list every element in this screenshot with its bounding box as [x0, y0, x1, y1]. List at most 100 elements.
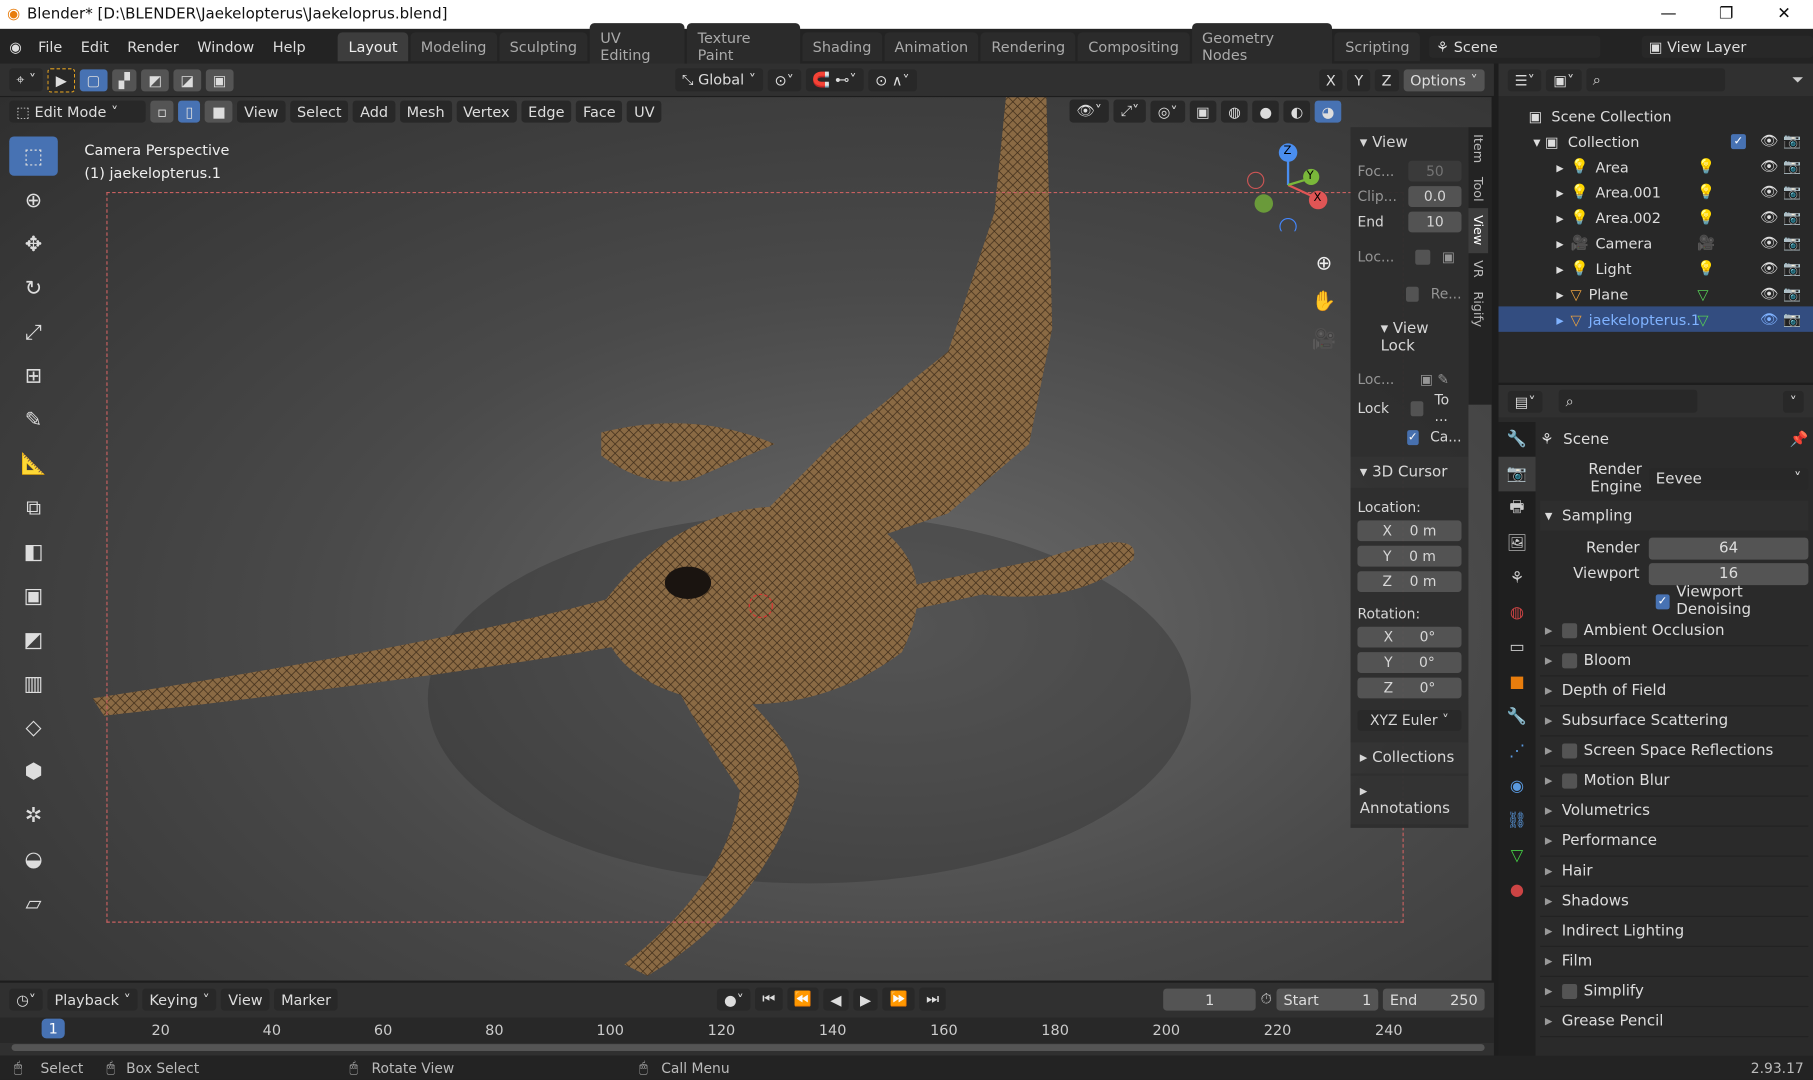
panel-enable-checkbox[interactable]: [1561, 773, 1577, 789]
local-camera-checkbox[interactable]: [1415, 249, 1431, 265]
display-mode-dropdown[interactable]: ▣˅: [1546, 68, 1582, 91]
move-tool-icon[interactable]: ✥: [9, 224, 58, 263]
render-panel-header[interactable]: ▸ Screen Space Reflections: [1540, 737, 1809, 767]
render-panel-header[interactable]: ▸ Grease Pencil: [1540, 1007, 1809, 1038]
marker-menu[interactable]: Marker: [274, 988, 338, 1010]
menu-add[interactable]: Add: [353, 100, 396, 122]
render-tab-icon[interactable]: 📷: [1498, 456, 1536, 492]
cursor-rot-x-field[interactable]: X 0°: [1357, 626, 1462, 648]
select-mode-extend-icon[interactable]: ▞: [111, 68, 137, 91]
render-samples-field[interactable]: 64: [1648, 537, 1809, 560]
rotation-mode-dropdown[interactable]: XYZ Euler ˅: [1357, 709, 1462, 731]
shading-rendered-icon[interactable]: ◕: [1314, 100, 1342, 122]
eye-icon[interactable]: 👁: [1760, 284, 1778, 303]
timeline-scrollbar[interactable]: [11, 1044, 1485, 1052]
pivot-point-icon[interactable]: ⊙˅: [767, 68, 801, 91]
object-tab-icon[interactable]: ■: [1499, 665, 1536, 700]
filter-icon[interactable]: ⏷: [1792, 71, 1804, 90]
shading-wireframe-icon[interactable]: ◍: [1221, 100, 1248, 122]
data-tab-icon[interactable]: ▽: [1499, 838, 1536, 873]
outliner-item[interactable]: ▸ 💡 Area 💡 👁 📷: [1499, 154, 1813, 179]
xray-icon[interactable]: ▣: [1189, 100, 1217, 122]
tab-shading[interactable]: Shading: [802, 31, 882, 61]
cursor-loc-y-field[interactable]: Y 0 m: [1357, 545, 1462, 567]
stopwatch-icon[interactable]: ⏱: [1261, 990, 1272, 1009]
select-box-tool-icon[interactable]: ⬚: [9, 136, 58, 176]
tab-tool[interactable]: Tool: [1468, 170, 1488, 209]
jump-start-icon[interactable]: ⏮: [755, 987, 783, 1011]
render-panel-header[interactable]: ▸ Depth of Field: [1540, 676, 1809, 707]
eye-icon[interactable]: 👁: [1760, 234, 1778, 253]
tab-uv-editing[interactable]: UV Editing: [589, 23, 685, 70]
outliner-item[interactable]: ▸ 🎥 Camera 🎥 👁 📷: [1499, 230, 1813, 255]
eye-icon[interactable]: 👁: [1760, 183, 1778, 202]
tab-rendering[interactable]: Rendering: [980, 31, 1076, 61]
navigation-gizmo[interactable]: Z X Y: [1244, 139, 1337, 236]
overlay-toggle-icon[interactable]: ◎˅: [1150, 100, 1185, 122]
poly-build-tool-icon[interactable]: ⬢: [9, 752, 58, 791]
visibility-icon[interactable]: 👁˅: [1069, 99, 1109, 123]
outliner-search-input[interactable]: ⌕: [1585, 68, 1725, 92]
collections-section-header[interactable]: ▸ Collections: [1350, 742, 1469, 774]
shading-material-icon[interactable]: ◐: [1283, 100, 1311, 122]
options-dropdown[interactable]: Options ˅: [1403, 68, 1485, 91]
spin-tool-icon[interactable]: ✲: [9, 796, 58, 835]
mirror-x-button[interactable]: X: [1318, 68, 1343, 91]
render-panel-header[interactable]: ▸ Hair: [1540, 857, 1809, 887]
render-panel-header[interactable]: ▸ Shadows: [1540, 887, 1809, 917]
outliner-item[interactable]: ▸ 💡 Area.001 💡 👁 📷: [1499, 179, 1813, 204]
menu-select[interactable]: Select: [290, 100, 349, 122]
collection-tab-icon[interactable]: ▭: [1499, 630, 1536, 665]
menu-view[interactable]: View: [237, 100, 286, 122]
cursor-rot-y-field[interactable]: Y 0°: [1357, 652, 1462, 673]
select-mode-new-icon[interactable]: ▢: [79, 68, 108, 91]
pin-icon[interactable]: 📌: [1790, 431, 1809, 448]
bevel-tool-icon[interactable]: ◩: [9, 620, 58, 659]
tab-sculpting[interactable]: Sculpting: [499, 31, 588, 61]
annotate-tool-icon[interactable]: ✎: [9, 400, 58, 439]
cursor-loc-z-field[interactable]: Z 0 m: [1357, 571, 1462, 592]
render-panel-header[interactable]: ▸ Bloom: [1540, 646, 1809, 677]
scene-selector[interactable]: ⚘ Scene: [1429, 35, 1601, 58]
select-mode-invert-icon[interactable]: ◪: [173, 68, 202, 91]
collection-exclude-checkbox[interactable]: ✓: [1730, 133, 1746, 149]
render-panel-header[interactable]: ▸ Indirect Lighting: [1540, 917, 1809, 947]
render-region-checkbox[interactable]: [1406, 286, 1420, 302]
properties-editor-type[interactable]: ▤˅: [1507, 390, 1543, 413]
eye-icon[interactable]: 👁: [1760, 208, 1778, 227]
camera-view-icon[interactable]: 🎥: [1309, 321, 1339, 359]
view-layer-selector[interactable]: ▣ View Layer: [1641, 35, 1813, 58]
timeline-editor-type[interactable]: ◷˅: [9, 988, 43, 1010]
view-section-header[interactable]: ▾ View: [1351, 127, 1469, 158]
outliner-collection[interactable]: ▾ ▣ Collection ✓ 👁 📷: [1499, 128, 1813, 153]
viewport-denoising-checkbox[interactable]: ✓: [1655, 593, 1670, 609]
tab-texture-paint[interactable]: Texture Paint: [687, 23, 800, 70]
focal-length-field[interactable]: 50: [1408, 160, 1462, 182]
keying-dropdown[interactable]: Keying ˅: [142, 988, 217, 1010]
menu-mesh[interactable]: Mesh: [399, 100, 452, 122]
render-camera-icon[interactable]: 📷: [1783, 259, 1801, 278]
render-camera-icon[interactable]: 📷: [1783, 310, 1801, 329]
tab-animation[interactable]: Animation: [884, 31, 979, 61]
knife-tool-icon[interactable]: ◇: [9, 708, 58, 747]
extrude-tool-icon[interactable]: ◧: [9, 532, 58, 571]
smooth-tool-icon[interactable]: ◒: [9, 839, 58, 878]
lock-to-cursor-checkbox[interactable]: [1410, 400, 1423, 416]
outliner-scene-collection[interactable]: ▣ Scene Collection: [1499, 103, 1813, 128]
measure-tool-icon[interactable]: 📐: [9, 444, 58, 483]
jump-end-icon[interactable]: ⏭: [919, 987, 947, 1011]
vertex-select-icon[interactable]: ▫: [150, 100, 174, 122]
cursor-rot-z-field[interactable]: Z 0°: [1357, 677, 1462, 699]
eye-icon[interactable]: 👁: [1760, 310, 1778, 329]
viewport-samples-field[interactable]: 16: [1648, 562, 1809, 585]
tab-geometry-nodes[interactable]: Geometry Nodes: [1191, 23, 1333, 70]
panel-enable-checkbox[interactable]: [1561, 623, 1577, 639]
render-panel-header[interactable]: ▸ Simplify: [1540, 977, 1809, 1008]
select-tool-icon[interactable]: ▶: [47, 67, 76, 92]
render-camera-icon[interactable]: 📷: [1783, 234, 1801, 253]
scene-tab-icon[interactable]: ⚘: [1499, 561, 1536, 596]
shading-solid-icon[interactable]: ●: [1252, 100, 1279, 122]
eye-icon[interactable]: 👁: [1760, 132, 1778, 151]
sampling-panel-header[interactable]: ▾ Sampling: [1540, 500, 1809, 531]
gizmo-toggle-icon[interactable]: ⤢˅: [1113, 99, 1147, 123]
